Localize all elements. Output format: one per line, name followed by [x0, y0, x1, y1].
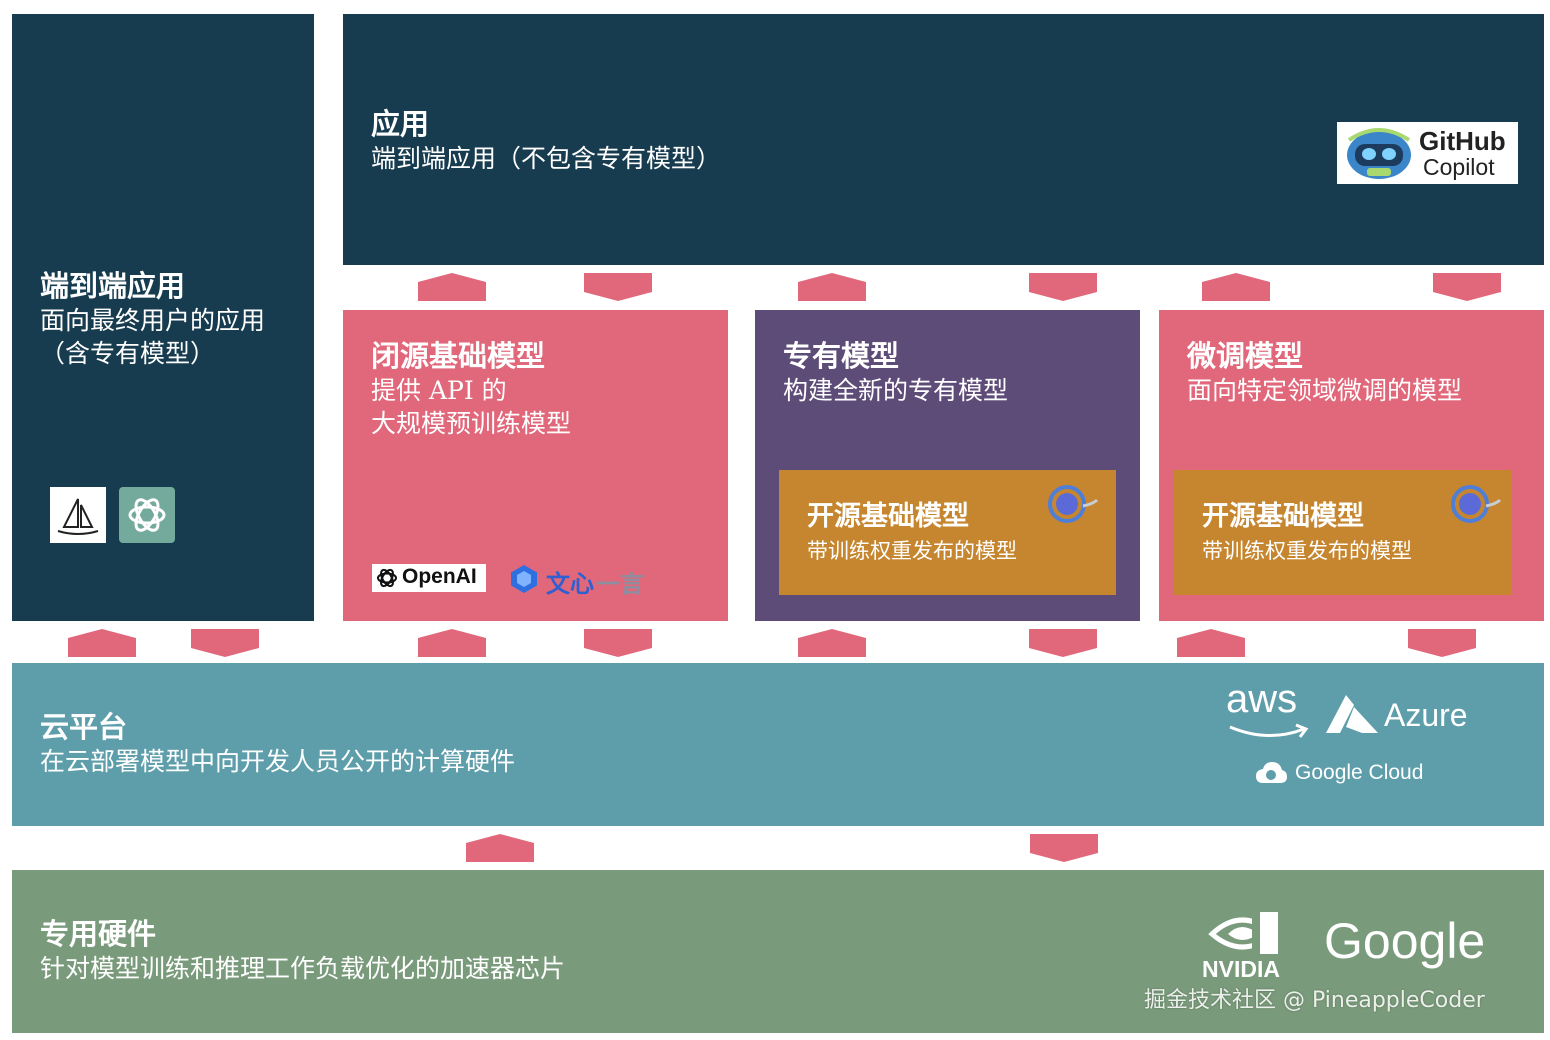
- midjourney-logo: [50, 487, 106, 543]
- github-logo-text: GitHub: [1419, 126, 1506, 156]
- fine-tuned-subtitle: 面向特定领域微调的模型: [1187, 376, 1463, 405]
- copilot-logo-text: Copilot: [1423, 154, 1495, 180]
- azure-logo-text: Azure: [1384, 697, 1468, 733]
- down-arrow: [1408, 629, 1476, 657]
- up-arrow: [418, 273, 486, 301]
- open-source-subtitle-1: 带训练权重发布的模型: [807, 539, 1017, 563]
- end-to-end-title: 端到端应用: [40, 269, 186, 303]
- huggingface-icon: [1047, 484, 1099, 528]
- aws-logo-text: aws: [1226, 677, 1298, 721]
- hardware-title: 专用硬件: [40, 917, 157, 951]
- fine-tuned-title: 微调模型: [1187, 339, 1304, 373]
- up-arrow: [1177, 629, 1245, 657]
- google-cloud-logo: Google Cloud: [1254, 759, 1454, 793]
- open-source-title-1: 开源基础模型: [807, 501, 969, 532]
- wenxin-logo: 文心 一言: [508, 562, 658, 598]
- nvidia-eye-icon: [1208, 912, 1278, 954]
- proprietary-title: 专有模型: [783, 339, 900, 373]
- wenxin-logo-text-a: 文心: [546, 570, 594, 598]
- aws-logo: aws: [1224, 677, 1314, 745]
- down-arrow: [1029, 629, 1097, 657]
- open-source-panel-1: 开源基础模型 带训练权重发布的模型: [779, 470, 1116, 595]
- closed-source-title: 闭源基础模型: [371, 339, 546, 373]
- open-source-subtitle-2: 带训练权重发布的模型: [1202, 539, 1412, 563]
- nvidia-logo-text: NVIDIA: [1202, 956, 1280, 982]
- github-copilot-logo: GitHub Copilot: [1337, 122, 1518, 184]
- google-logo: Google: [1324, 913, 1486, 969]
- azure-logo: Azure: [1324, 693, 1494, 741]
- azure-icon: [1326, 695, 1378, 733]
- cloud-subtitle: 在云部署模型中向开发人员公开的计算硬件: [40, 747, 516, 776]
- up-arrow: [68, 629, 136, 657]
- applications-title: 应用: [371, 107, 430, 141]
- hardware-subtitle: 针对模型训练和推理工作负载优化的加速器芯片: [40, 954, 566, 983]
- up-arrow: [466, 834, 534, 862]
- end-to-end-apps-panel: 端到端应用 面向最终用户的应用 （含专有模型）: [12, 14, 314, 621]
- up-arrow: [798, 273, 866, 301]
- down-arrow: [1030, 834, 1098, 862]
- chatgpt-logo: [119, 487, 175, 543]
- openai-logo-text: OpenAI: [402, 565, 477, 588]
- watermark: 掘金技术社区 @ PineappleCoder: [1144, 988, 1485, 1013]
- openai-icon: [377, 568, 397, 588]
- up-arrow: [798, 629, 866, 657]
- applications-panel: 应用 端到端应用（不包含专有模型） GitHub Copilot: [343, 14, 1544, 265]
- proprietary-panel: 专有模型 构建全新的专有模型 开源基础模型 带训练权重发布的模型: [755, 310, 1140, 621]
- closed-source-panel: 闭源基础模型 提供 API 的 大规模预训练模型 OpenAI 文心 一言: [343, 310, 728, 621]
- down-arrow: [1029, 273, 1097, 301]
- aws-smile-icon: [1229, 723, 1309, 738]
- fine-tuned-panel: 微调模型 面向特定领域微调的模型 开源基础模型 带训练权重发布的模型: [1159, 310, 1544, 621]
- down-arrow: [584, 273, 652, 301]
- applications-subtitle: 端到端应用（不包含专有模型）: [371, 144, 722, 173]
- google-cloud-logo-text: Google Cloud: [1295, 761, 1424, 784]
- end-to-end-subtitle: 面向最终用户的应用 （含专有模型）: [40, 306, 266, 368]
- cloud-platform-panel: 云平台 在云部署模型中向开发人员公开的计算硬件 aws Azure Google…: [12, 663, 1544, 826]
- down-arrow: [584, 629, 652, 657]
- open-source-title-2: 开源基础模型: [1202, 501, 1364, 532]
- down-arrow: [191, 629, 259, 657]
- nvidia-logo: NVIDIA: [1200, 910, 1292, 982]
- cloud-icon: [1256, 762, 1287, 783]
- down-arrow: [1433, 273, 1501, 301]
- openai-logo: OpenAI: [372, 564, 486, 592]
- huggingface-icon: [1450, 484, 1502, 528]
- up-arrow: [418, 629, 486, 657]
- proprietary-subtitle: 构建全新的专有模型: [783, 376, 1009, 405]
- up-arrow: [1202, 273, 1270, 301]
- open-source-panel-2: 开源基础模型 带训练权重发布的模型: [1174, 470, 1511, 595]
- wenxin-logo-text-b: 一言: [596, 570, 644, 598]
- wenxin-icon: [511, 565, 537, 593]
- cloud-title: 云平台: [40, 710, 128, 744]
- closed-source-subtitle: 提供 API 的 大规模预训练模型: [371, 376, 572, 438]
